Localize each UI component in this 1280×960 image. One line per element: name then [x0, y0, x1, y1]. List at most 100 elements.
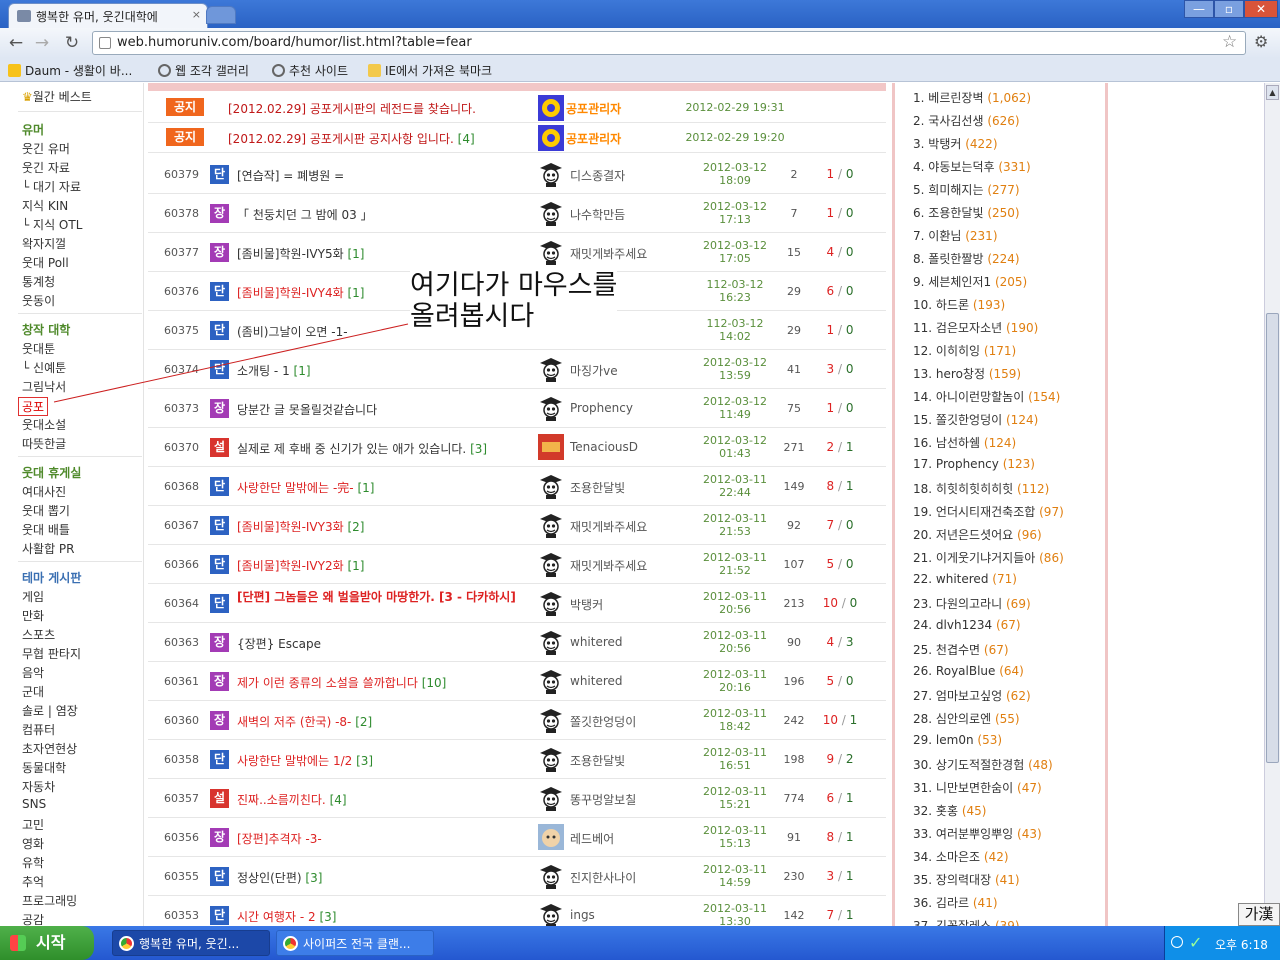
table-row[interactable]: 60379 단 [연습작] = 폐병원 = 디스종결자 2012-03-12 18:09… [148, 155, 886, 194]
back-arrow-icon[interactable]: ← [5, 32, 27, 54]
table-row[interactable]: 60358 단 사랑한단 말밖에는 1/2 [3] 조용한달빛 2012-03-11 16… [148, 740, 886, 779]
close-window-button[interactable]: ✕ [1244, 0, 1278, 18]
post-title[interactable]: 사랑한단 말밖에는 1/2 [3] [237, 752, 533, 769]
post-title[interactable]: 사랑한단 말밖에는 -完- [1] [237, 479, 533, 496]
table-row[interactable]: 60355 단 정상인(단편) [3] 진지한사나이 2012-03-11 14:59 23… [148, 857, 886, 896]
nav-item[interactable]: 스포츠 [22, 626, 55, 643]
nav-item[interactable]: 초자연현상 [22, 740, 77, 757]
post-title[interactable]: [연습작] = 폐병원 = [237, 167, 533, 184]
author-avatar[interactable] [538, 863, 564, 889]
ranking-item[interactable]: 32. 홋홍 (45) [913, 802, 986, 819]
author-name[interactable]: 진지한사나이 [570, 869, 636, 886]
author-avatar[interactable] [538, 512, 564, 538]
ranking-item[interactable]: 7. 이환님 (231) [913, 227, 998, 244]
post-title[interactable]: 당분간 글 못올릴것같습니다 [237, 401, 533, 418]
notice-row[interactable]: 공지 [2012.02.29] 공포게시판 공지사항 입니다. [4] 공포관리자 2… [148, 123, 886, 153]
nav-item[interactable]: └ 대기 자료 [22, 178, 81, 195]
vertical-scrollbar[interactable]: ▲ ▼ [1264, 83, 1280, 926]
nav-header[interactable]: 유머 [22, 121, 44, 138]
ranking-item[interactable]: 37. 긴꼼잘레스 (39) [913, 917, 1020, 926]
table-row[interactable]: 60353 단 시간 여행자 - 2 [3] ings 2012-03-11 13:30 1… [148, 896, 886, 926]
taskbar-item-humoruniv[interactable]: 행복한 유머, 웃긴... [112, 930, 270, 956]
post-title[interactable]: 시간 여행자 - 2 [3] [237, 908, 533, 925]
ranking-item[interactable]: 35. 장의력대장 (41) [913, 871, 1020, 888]
nav-header[interactable]: 창작 대학 [22, 321, 70, 338]
ranking-item[interactable]: 26. RoyalBlue (64) [913, 664, 1024, 678]
wrench-menu-icon[interactable]: ⚙ [1254, 32, 1268, 51]
tab-close-icon[interactable]: × [192, 8, 201, 21]
post-title[interactable]: [단편] 그놈들은 왜 벌을받아 마땅한가. [3 - 다카하시] [237, 590, 533, 604]
nav-item[interactable]: 음악 [22, 664, 44, 681]
author-name[interactable]: 재밋게봐주세요 [570, 557, 647, 574]
nav-item[interactable]: 웃대 배틀 [22, 521, 70, 538]
author-name[interactable]: whitered [570, 635, 623, 649]
author-avatar[interactable] [538, 200, 564, 226]
author-name[interactable]: 공포관리자 [566, 130, 621, 147]
author-name[interactable]: 조용한달빛 [570, 479, 625, 496]
address-bar[interactable]: web.humoruniv.com/board/humor/list.html?… [92, 31, 1246, 55]
author-avatar[interactable] [538, 785, 564, 811]
taskbar-item-cyphers[interactable]: 사이퍼즈 전국 클랜... [276, 930, 434, 956]
nav-item[interactable]: 사활합 PR [22, 540, 75, 557]
nav-item[interactable]: 웃대 뽑기 [22, 502, 70, 519]
author-name[interactable]: 레드베어 [570, 830, 614, 847]
start-button[interactable]: 시작 [0, 926, 94, 960]
ranking-item[interactable]: 30. 상기도적절한경험 (48) [913, 756, 1053, 773]
nav-item[interactable]: └ 지식 OTL [22, 216, 82, 233]
notice-row[interactable]: 공지 [2012.02.29] 공포게시판의 레전드를 찾습니다. 공포관리자 20… [148, 93, 886, 123]
author-avatar[interactable] [538, 356, 564, 382]
ranking-item[interactable]: 22. whitered (71) [913, 572, 1017, 586]
nav-item[interactable]: 무협 판타지 [22, 645, 81, 662]
author-avatar[interactable] [538, 161, 564, 187]
nav-header[interactable]: 테마 게시판 [22, 569, 81, 586]
nav-item[interactable]: 컴퓨터 [22, 721, 55, 738]
author-name[interactable]: 박탱커 [570, 596, 603, 613]
author-name[interactable]: whitered [570, 674, 623, 688]
post-title[interactable]: 실제로 제 후배 중 신기가 있는 애가 있습니다. [3] [237, 440, 533, 457]
post-title[interactable]: 정상인(단편) [3] [237, 869, 533, 886]
nav-item[interactable]: 여대사진 [22, 483, 66, 500]
post-title[interactable]: 제가 이런 종류의 소설을 쓸까합니다 [10] [237, 674, 533, 691]
nav-item[interactable]: 프로그래밍 [22, 892, 77, 909]
table-row[interactable]: 60373 장 당분간 글 못올릴것같습니다 Prophency 2012-03-12… [148, 389, 886, 428]
nav-item[interactable]: 자동차 [22, 778, 55, 795]
monthly-best-link[interactable]: ♛월간 베스트 [22, 88, 92, 105]
author-avatar[interactable] [538, 395, 564, 421]
author-name[interactable]: 조용한달빛 [570, 752, 625, 769]
ranking-item[interactable]: 2. 국사김선생 (626) [913, 112, 1020, 129]
ranking-item[interactable]: 36. 김라르 (41) [913, 894, 998, 911]
nav-item[interactable]: 공포 [18, 397, 49, 416]
table-row[interactable]: 60356 장 [장편]추격자 -3- 레드베어 2012-03-11 15:13 91 8… [148, 818, 886, 857]
nav-item[interactable]: 웃대툰 [22, 340, 55, 357]
ranking-item[interactable]: 19. 언더시티재건축조합 (97) [913, 503, 1064, 520]
author-avatar[interactable] [538, 95, 564, 121]
ranking-item[interactable]: 1. 베르린장벽 (1,062) [913, 89, 1031, 106]
bookmark-star-icon[interactable]: ☆ [1222, 32, 1237, 52]
nav-item[interactable]: 따뜻한글 [22, 435, 66, 452]
table-row[interactable]: 60378 장 「 천둥치던 그 밤에 03 」 나수학만듬 2012-03-12 17… [148, 194, 886, 233]
table-row[interactable]: 60361 장 제가 이런 종류의 소설을 쓸까합니다 [10] whitered 20… [148, 662, 886, 701]
maximize-button[interactable]: ▫ [1214, 0, 1244, 18]
nav-item[interactable]: 그림낙서 [22, 378, 66, 395]
table-row[interactable]: 60364 단 [단편] 그놈들은 왜 벌을받아 마땅한가. [3 - 다카하시] … [148, 584, 886, 623]
author-name[interactable]: 쫄깃한엉덩이 [570, 713, 636, 730]
ranking-item[interactable]: 8. 폴릿한짤방 (224) [913, 250, 1020, 267]
post-title[interactable]: 진짜..소름끼친다. [4] [237, 791, 533, 808]
post-title[interactable]: 새벽의 저주 (한국) -8- [2] [237, 713, 533, 730]
ranking-item[interactable]: 13. hero창정 (159) [913, 365, 1021, 382]
author-name[interactable]: 디스종결자 [570, 167, 625, 184]
author-avatar[interactable] [538, 746, 564, 772]
ranking-item[interactable]: 17. Prophency (123) [913, 457, 1035, 471]
author-name[interactable]: Prophency [570, 401, 633, 415]
tab-humoruniv[interactable]: 행복한 유머, 웃긴대학에 × [8, 3, 208, 28]
post-title[interactable]: 「 천둥치던 그 밤에 03 」 [237, 206, 533, 223]
table-row[interactable]: 60360 장 새벽의 저주 (한국) -8- [2] 쫄깃한엉덩이 2012-03-1… [148, 701, 886, 740]
nav-item[interactable]: 웃긴 자료 [22, 159, 70, 176]
ranking-item[interactable]: 14. 아니이런망할놈이 (154) [913, 388, 1060, 405]
ranking-item[interactable]: 3. 박탱커 (422) [913, 135, 998, 152]
ranking-item[interactable]: 23. 다원의고라니 (69) [913, 595, 1031, 612]
ranking-item[interactable]: 24. dlvh1234 (67) [913, 618, 1021, 632]
table-row[interactable]: 60366 단 [좀비물]학원-IVY2화 [1] 재밋게봐주세요 2012-03-11… [148, 545, 886, 584]
nav-item[interactable]: 게임 [22, 588, 44, 605]
nav-item[interactable]: 만화 [22, 607, 44, 624]
